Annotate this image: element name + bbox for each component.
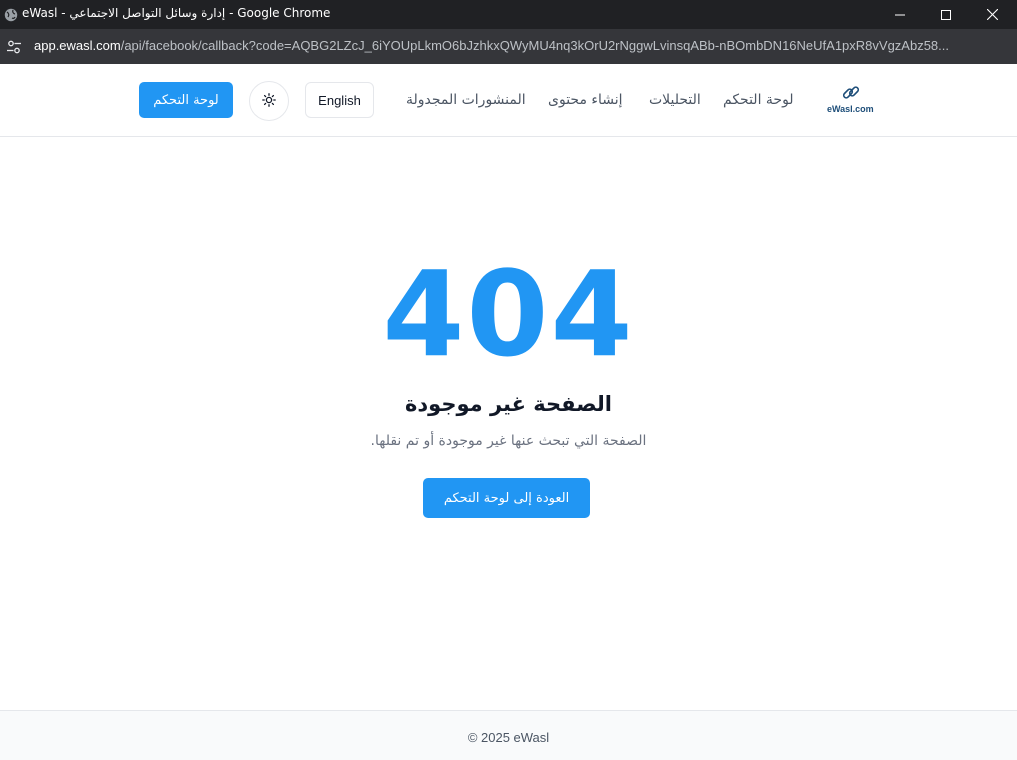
sun-icon <box>262 92 276 111</box>
dashboard-button[interactable]: لوحة التحكم <box>139 82 233 118</box>
logo-text: eWasl.com <box>827 104 874 114</box>
window-title: eWasl - إدارة وسائل التواصل الاجتماعي - … <box>22 6 331 20</box>
site-settings-icon[interactable] <box>6 39 22 55</box>
footer-copyright: © 2025 eWasl <box>467 730 550 745</box>
error-title: الصفحة غير موجودة <box>404 392 612 416</box>
link-icon <box>840 82 862 104</box>
nav-scheduled-posts[interactable]: المنشورات المجدولة <box>406 92 526 108</box>
browser-title-bar: eWasl - إدارة وسائل التواصل الاجتماعي - … <box>0 0 1017 29</box>
globe-icon <box>4 7 18 22</box>
nav-analytics[interactable]: التحليلات <box>649 92 701 108</box>
nav-dashboard[interactable]: لوحة التحكم <box>723 92 794 108</box>
url-text[interactable]: app.ewasl.com/api/facebook/callback?code… <box>34 38 1009 53</box>
not-found-section: 404 الصفحة غير موجودة الصفحة التي تبحث ع… <box>0 137 1017 710</box>
theme-toggle-button[interactable] <box>249 81 289 121</box>
minimize-icon <box>895 10 905 20</box>
nav-create-content[interactable]: إنشاء محتوى <box>548 92 623 108</box>
url-host: app.ewasl.com <box>34 38 121 53</box>
maximize-icon <box>941 9 951 20</box>
back-to-dashboard-button[interactable]: العودة إلى لوحة التحكم <box>423 478 590 518</box>
address-bar[interactable]: app.ewasl.com/api/facebook/callback?code… <box>0 29 1017 64</box>
minimize-button[interactable] <box>877 0 923 29</box>
close-icon <box>986 9 998 20</box>
language-toggle-button[interactable]: English <box>305 82 374 118</box>
site-footer: © 2025 eWasl <box>0 710 1017 760</box>
close-button[interactable] <box>969 0 1015 29</box>
error-code: 404 <box>382 245 635 383</box>
site-header: eWasl.com لوحة التحكم التحليلات إنشاء مح… <box>0 64 1017 137</box>
url-path: /api/facebook/callback?code=AQBG2LZcJ_6i… <box>120 38 949 53</box>
maximize-button[interactable] <box>923 0 969 29</box>
error-description: الصفحة التي تبحث عنها غير موجودة أو تم ن… <box>370 433 647 449</box>
ewasl-logo[interactable]: eWasl.com <box>826 82 876 118</box>
